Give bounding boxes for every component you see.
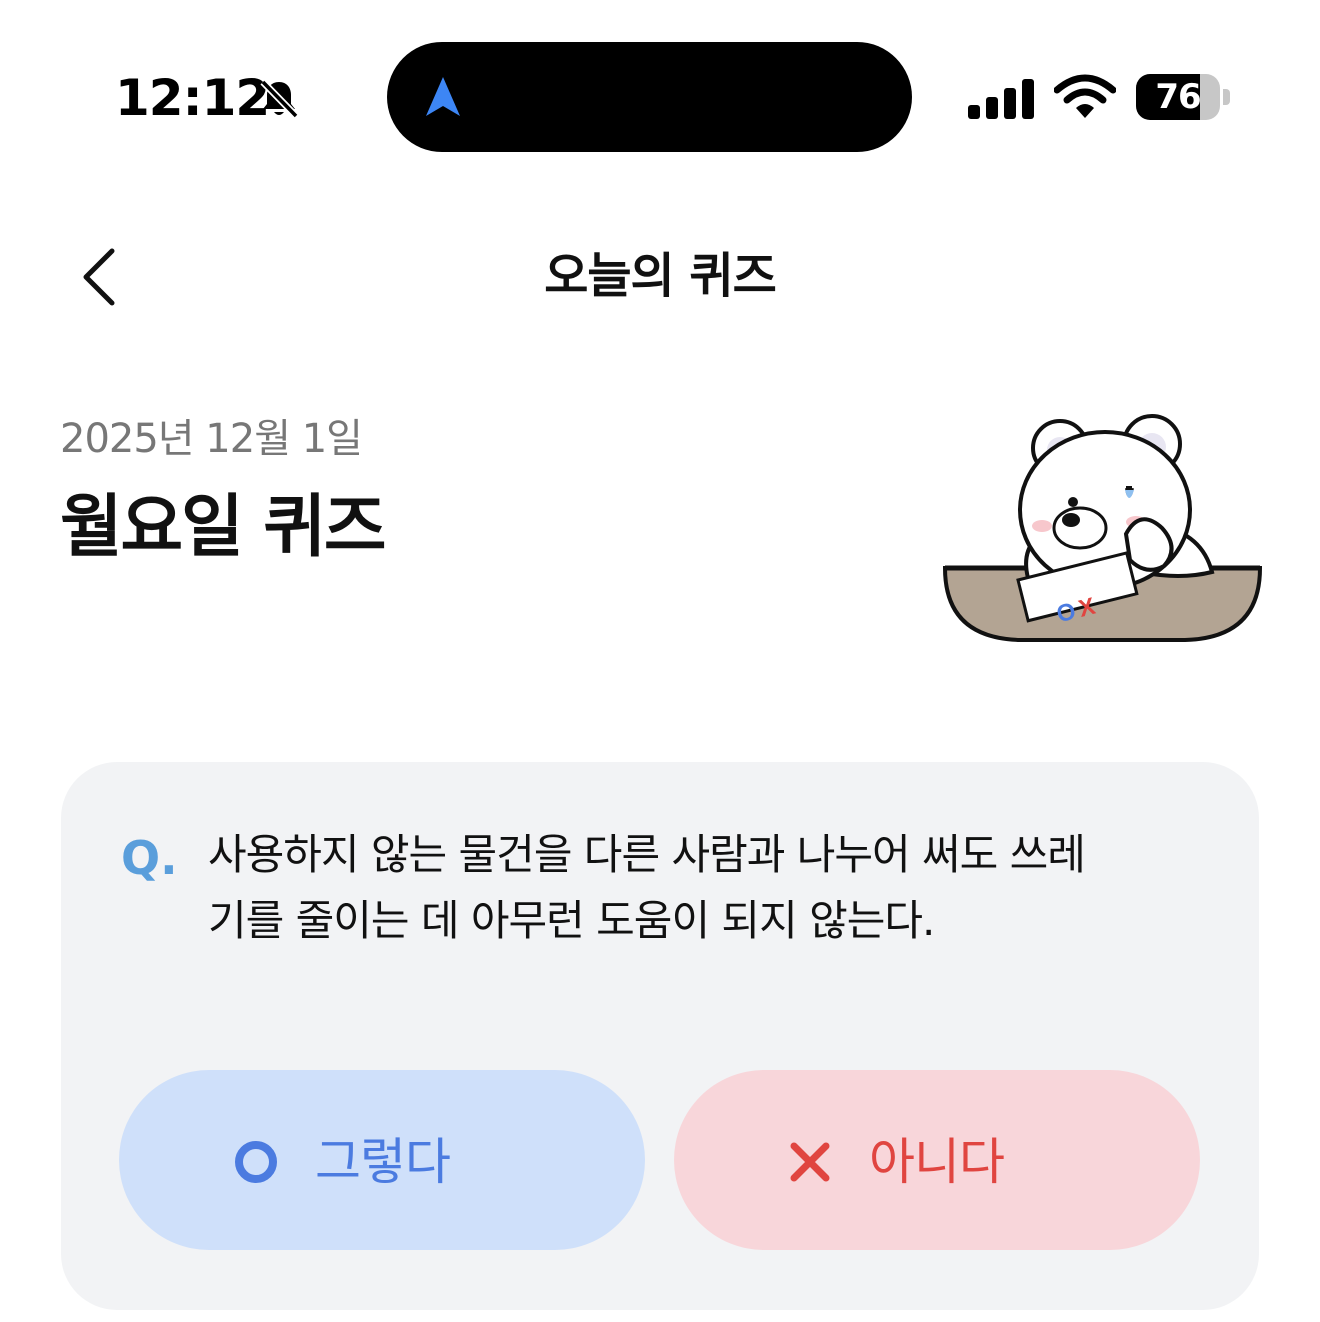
status-time: 12:12	[115, 69, 270, 127]
answer-yes-button[interactable]: 그렇다	[119, 1070, 645, 1250]
battery-percent: 76	[1155, 77, 1201, 117]
battery-icon: 76	[1136, 74, 1230, 120]
back-button[interactable]	[62, 232, 142, 322]
question-text: 사용하지 않는 물건을 다른 사람과 나누어 써도 쓰레기를 줄이는 데 아무런…	[208, 830, 1086, 945]
answer-yes-label: 그렇다	[315, 1133, 451, 1191]
circle-o-icon	[235, 1141, 277, 1183]
cellular-signal-icon	[968, 77, 1036, 119]
bell-slash-icon	[256, 76, 302, 122]
wifi-icon	[1053, 74, 1117, 120]
question-prefix: Q.	[121, 831, 178, 885]
answer-no-button[interactable]: 아니다	[674, 1070, 1200, 1250]
navigation-arrow-icon	[420, 74, 466, 120]
quiz-title: 월요일 퀴즈	[60, 488, 386, 567]
page-title: 오늘의 퀴즈	[544, 248, 777, 304]
quiz-date: 2025년 12월 1일	[60, 416, 363, 462]
answer-no-label: 아니다	[869, 1133, 1005, 1191]
bear-mascot-illustration: OX	[940, 410, 1265, 650]
chevron-left-icon	[83, 248, 115, 306]
x-mark-icon	[790, 1142, 830, 1182]
